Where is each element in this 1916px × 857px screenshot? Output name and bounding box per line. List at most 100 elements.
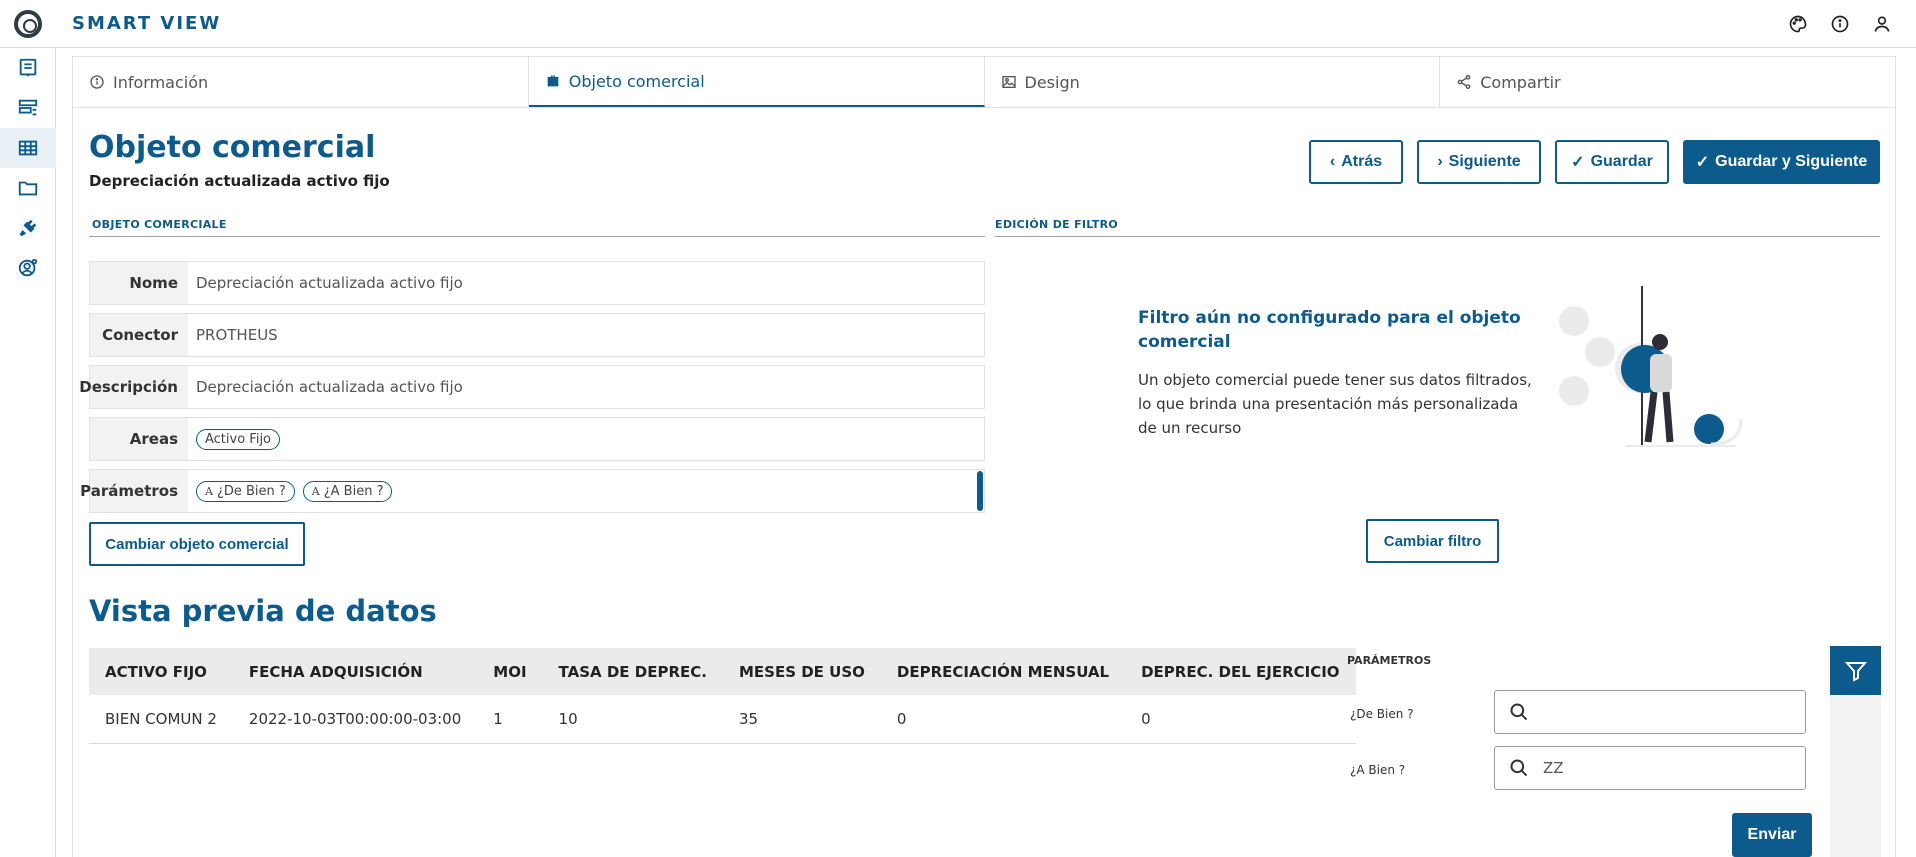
share-icon	[1457, 75, 1471, 89]
param-input-a-bien[interactable]: ZZ	[1494, 746, 1806, 790]
field-value: A ¿De Bien ? A ¿A Bien ?	[188, 470, 984, 512]
tab-label: Información	[113, 72, 209, 92]
column-header[interactable]: MOI	[477, 648, 543, 695]
info-icon[interactable]	[1830, 14, 1850, 38]
column-header[interactable]: MESES DE USO	[722, 648, 881, 695]
field-descripcion: Descripción Depreciación actualizada act…	[79, 365, 985, 409]
check-icon: ✓	[1695, 154, 1710, 171]
sidebar	[0, 48, 56, 857]
filter-empty-title: Filtro aún no configurado para el objeto…	[1138, 308, 1521, 352]
field-value: Depreciación actualizada activo fijo	[196, 274, 463, 292]
sidebar-item-connectors[interactable]	[0, 208, 56, 248]
user-settings-icon	[18, 258, 38, 277]
user-icon[interactable]	[1872, 14, 1892, 38]
column-header[interactable]: TASA DE DEPREC.	[542, 648, 723, 695]
top-bar: SMART VIEW	[0, 0, 1916, 48]
section-divider	[995, 236, 1880, 237]
column-header[interactable]: DEPREC. DEL EJERCICIO	[1125, 648, 1356, 695]
empty-filter-illustration	[1559, 286, 1743, 447]
sidebar-item-tables[interactable]	[0, 128, 56, 168]
folder-icon	[18, 181, 38, 196]
field-parametros: Parámetros A ¿De Bien ? A ¿A Bien ?	[80, 469, 985, 513]
field-label: Descripción	[79, 366, 188, 408]
field-label: Areas	[90, 418, 188, 460]
change-filter-button[interactable]: Cambiar filtro	[1366, 519, 1499, 563]
column-header[interactable]: FECHA ADQUISICIÓN	[232, 648, 478, 695]
field-label: Conector	[90, 314, 188, 356]
table-row: BIEN COMUN 2 2022-10-03T00:00:00-03:00 1…	[89, 695, 1356, 744]
table-cell: 0	[880, 695, 1126, 744]
back-button[interactable]: ‹ Atrás	[1309, 140, 1403, 184]
filter-toggle-button[interactable]	[1830, 646, 1881, 695]
param-label-a-bien: ¿A Bien ?	[1350, 763, 1406, 777]
tab-design[interactable]: Design	[985, 57, 1441, 107]
table-header-row: ACTIVO FIJO FECHA ADQUISICIÓN MOI TASA D…	[89, 648, 1356, 695]
tab-label: Compartir	[1480, 72, 1561, 92]
preview-title: Vista previa de datos	[89, 594, 437, 628]
parameter-chip-label: ¿A Bien ?	[323, 483, 384, 499]
page-title: Objeto comercial	[89, 130, 376, 165]
change-filter-label: Cambiar filtro	[1383, 532, 1482, 550]
save-next-button[interactable]: ✓ Guardar y Siguiente	[1683, 140, 1880, 184]
briefcase-icon	[547, 75, 559, 87]
search-icon	[1510, 759, 1528, 777]
tab-objeto-comercial[interactable]: Objeto comercial	[528, 57, 985, 107]
submit-button-label: Enviar	[1747, 826, 1797, 843]
table-cell: 0	[1125, 695, 1356, 744]
parameter-chip: A ¿De Bien ?	[196, 480, 295, 502]
sidebar-item-reports[interactable]	[0, 48, 56, 88]
tab-informacion[interactable]: Información	[73, 57, 529, 107]
column-header[interactable]: ACTIVO FIJO	[89, 648, 233, 695]
sidebar-item-folders[interactable]	[0, 168, 56, 208]
scrollbar-thumb[interactable]	[977, 471, 983, 511]
field-value: Activo Fijo	[188, 418, 984, 460]
table-cell: 10	[542, 695, 723, 744]
page-subtitle: Depreciación actualizada activo fijo	[89, 172, 390, 190]
logo-icon[interactable]	[14, 10, 42, 38]
table-cell: 2022-10-03T00:00:00-03:00	[232, 695, 478, 744]
chevron-right-icon: ›	[1437, 153, 1443, 170]
plug-icon	[19, 219, 37, 237]
column-header[interactable]: DEPRECIACIÓN MENSUAL	[880, 648, 1126, 695]
wizard-tabs: Información Objeto comercial Design Comp…	[72, 56, 1896, 108]
chevron-left-icon: ‹	[1329, 153, 1336, 170]
change-business-object-button[interactable]: Cambiar objeto comercial	[89, 522, 305, 566]
table-icon	[18, 140, 38, 156]
change-business-object-label: Cambiar objeto comercial	[105, 535, 289, 553]
save-button-label: Guardar	[1590, 153, 1653, 170]
back-button-label: Atrás	[1341, 153, 1383, 170]
check-icon: ✓	[1571, 154, 1585, 171]
parameter-chip-label: ¿De Bien ?	[216, 483, 286, 499]
table-cell: 1	[477, 695, 543, 744]
table-cell: BIEN COMUN 2	[89, 695, 233, 744]
next-button-label: Siguiente	[1448, 153, 1521, 170]
tab-label: Design	[1024, 72, 1080, 92]
next-button[interactable]: › Siguiente	[1417, 140, 1541, 184]
app-title: SMART VIEW	[72, 13, 222, 34]
param-input-value: ZZ	[1543, 759, 1564, 777]
field-conector: Conector PROTHEUS	[89, 313, 985, 357]
field-label: Nome	[90, 262, 188, 304]
area-chip: Activo Fijo	[196, 428, 281, 450]
param-label-de-bien: ¿De Bien ?	[1350, 707, 1414, 721]
sidebar-item-summary[interactable]	[0, 88, 56, 128]
list-sum-icon	[18, 99, 38, 116]
section-label-filter: EDICIÓN DE FILTRO	[995, 218, 1118, 231]
save-button[interactable]: ✓ Guardar	[1555, 140, 1669, 184]
save-next-button-label: Guardar y Siguiente	[1715, 153, 1868, 170]
text-type-icon: A	[205, 484, 213, 498]
section-divider	[89, 236, 985, 237]
parameters-panel-label: PARÁMETROS	[1347, 654, 1432, 667]
field-label: Parámetros	[80, 470, 188, 512]
info-icon	[90, 75, 104, 89]
filter-icon	[1844, 661, 1867, 682]
sidebar-item-users[interactable]	[0, 248, 56, 288]
preview-table: ACTIVO FIJO FECHA ADQUISICIÓN MOI TASA D…	[89, 648, 1356, 744]
section-label-business-object: OBJETO COMERCIALE	[92, 218, 227, 231]
param-input-de-bien[interactable]	[1494, 690, 1806, 734]
submit-button[interactable]: Enviar	[1732, 813, 1812, 857]
document-list-icon	[19, 58, 37, 77]
palette-icon[interactable]	[1788, 14, 1808, 38]
field-areas: Areas Activo Fijo	[89, 417, 985, 461]
tab-compartir[interactable]: Compartir	[1440, 57, 1895, 107]
